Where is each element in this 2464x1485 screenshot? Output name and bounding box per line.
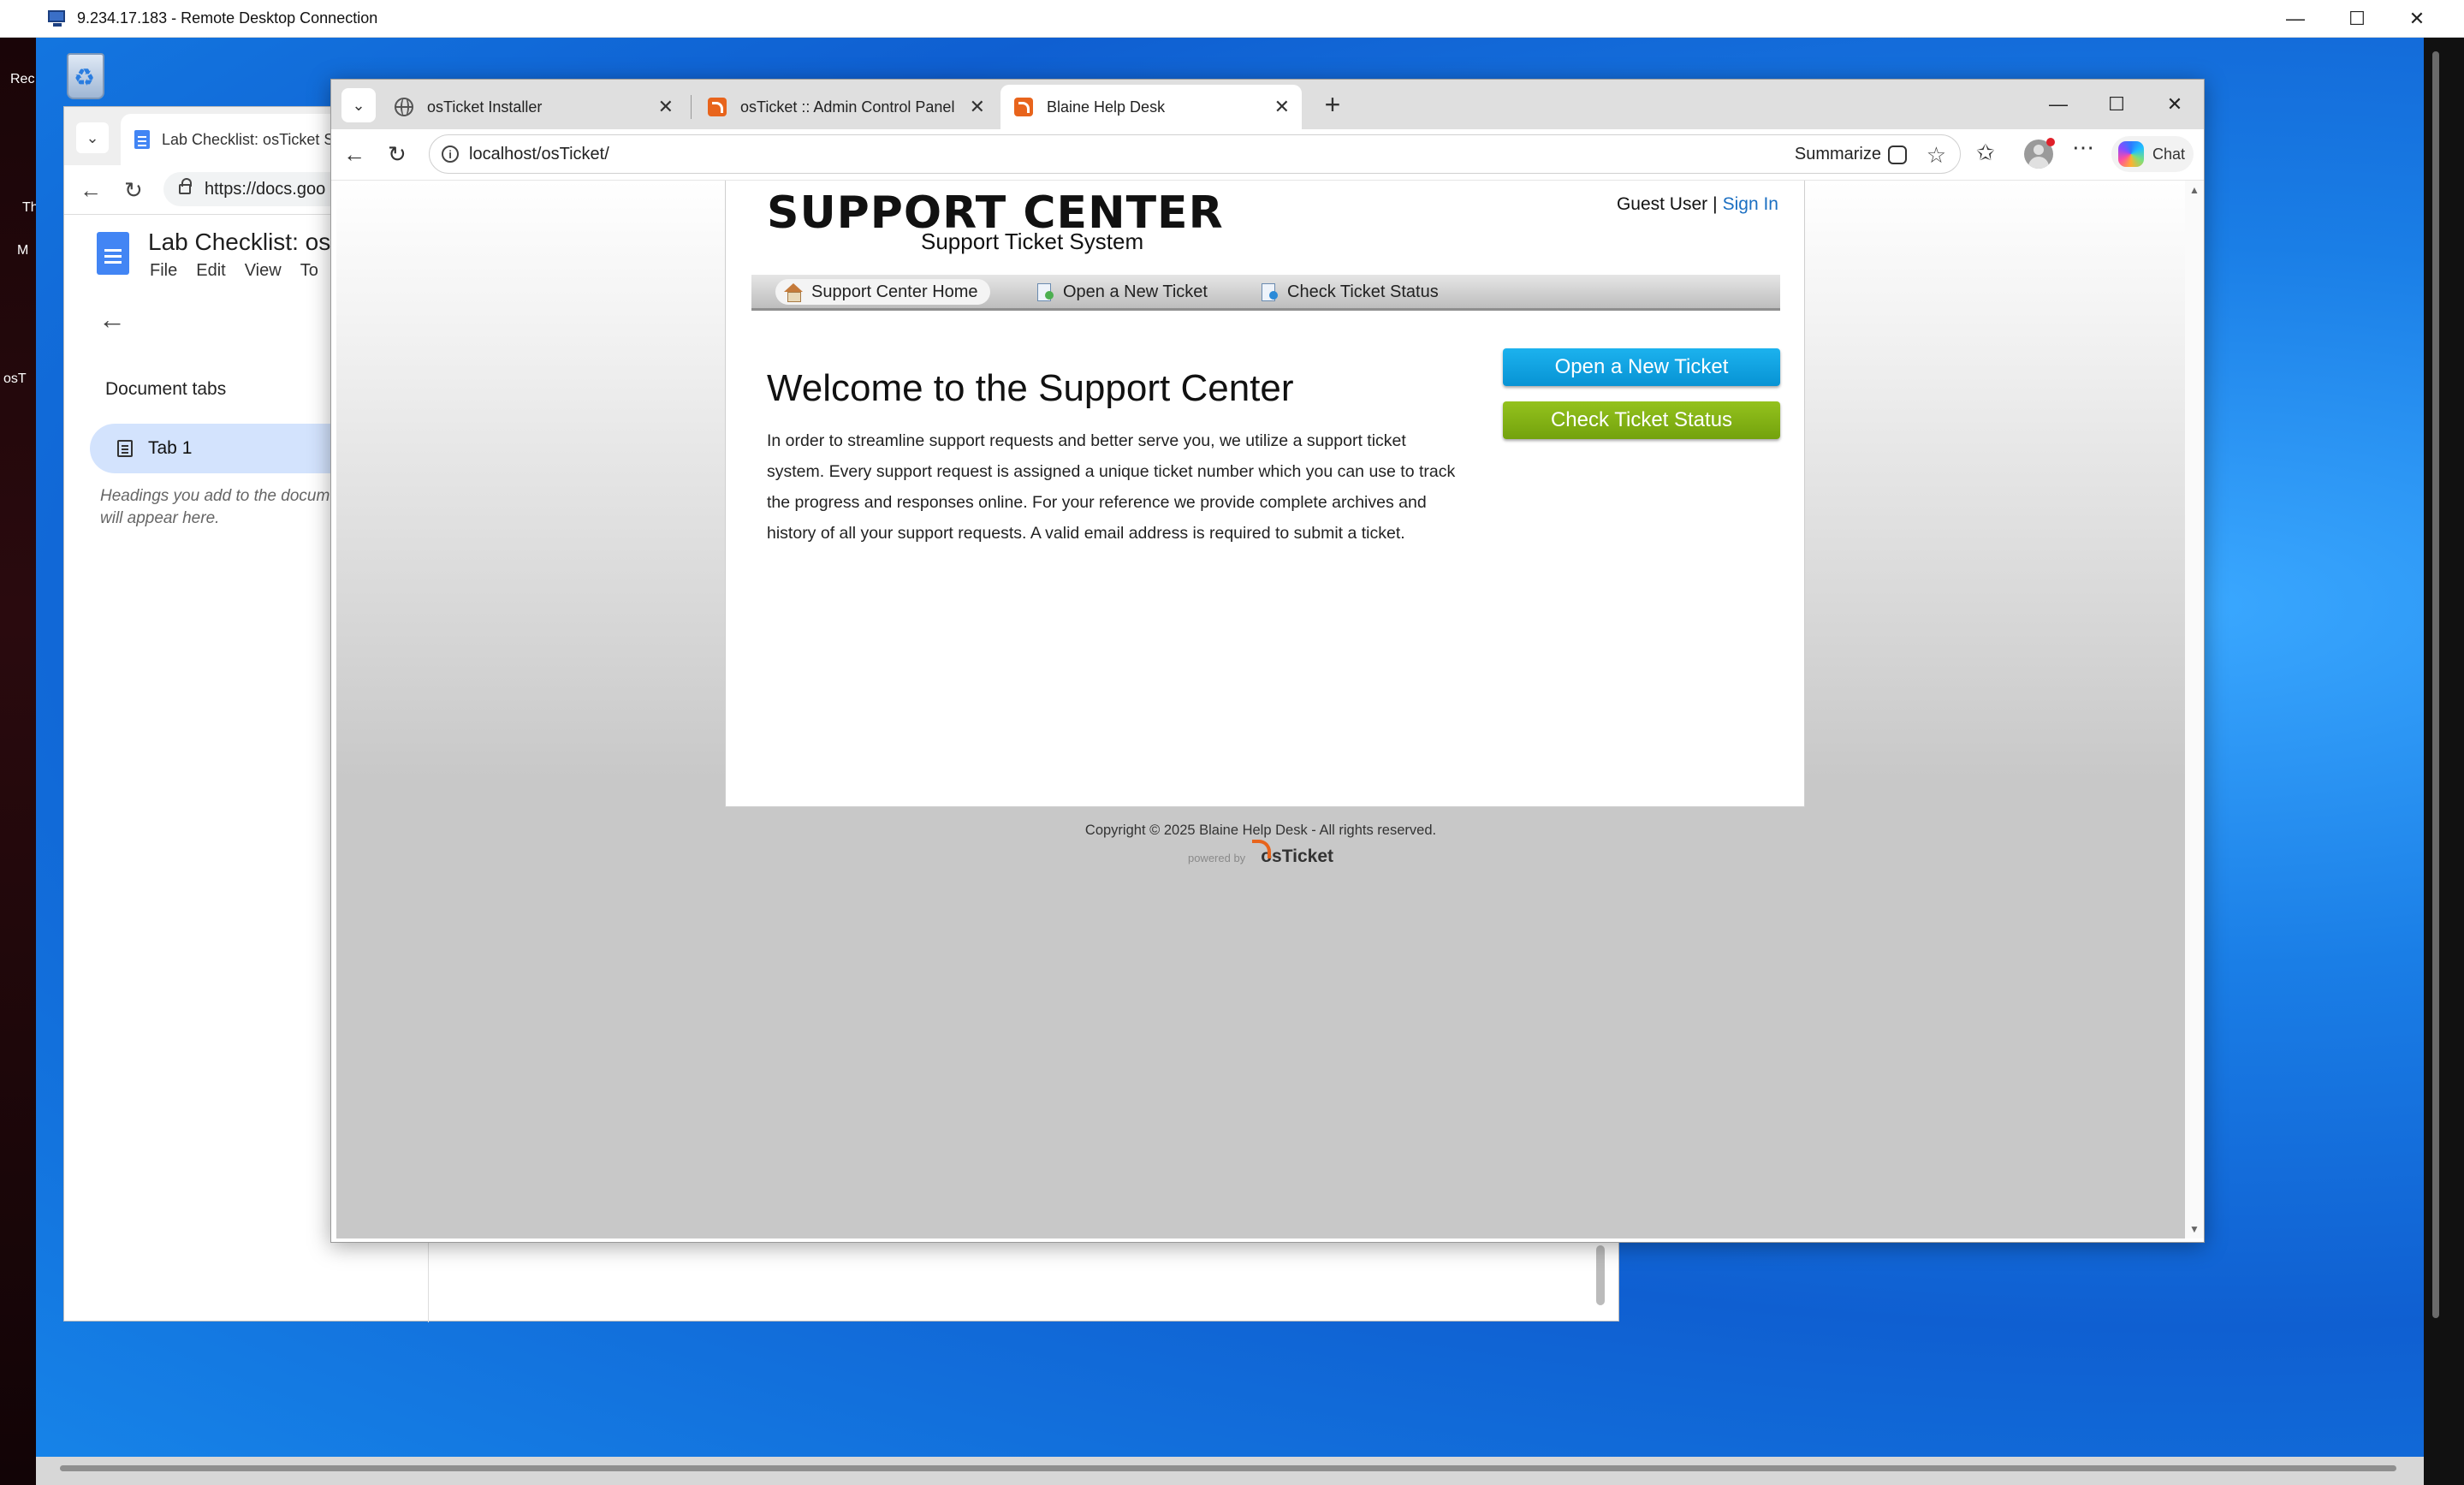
summarize-button[interactable]: Summarize [1795, 145, 1907, 164]
tab-osticket-admin[interactable]: osTicket :: Admin Control Panel ✕ [694, 85, 997, 129]
osticket-logo[interactable]: osTicket [1252, 840, 1333, 867]
copilot-chat-button[interactable]: Chat [2111, 136, 2194, 172]
site-logo-subtitle: Support Ticket System [921, 229, 1144, 254]
sign-in-link[interactable]: Sign In [1723, 194, 1778, 214]
close-tab-icon[interactable]: ✕ [1274, 96, 1290, 118]
osticket-icon [708, 98, 727, 116]
intro-paragraph: In order to streamline support requests … [767, 431, 1456, 543]
menu-view[interactable]: View [245, 261, 282, 281]
menu-tools[interactable]: To [300, 261, 318, 281]
document-tabs-heading: Document tabs [105, 379, 227, 399]
site-info-icon[interactable]: i [442, 146, 459, 163]
tab-osticket-installer[interactable]: osTicket Installer ✕ [381, 85, 686, 129]
docs-menubar: File Edit View To [150, 261, 318, 281]
scroll-up-arrow-icon[interactable]: ▲ [2189, 184, 2200, 196]
check-ticket-status-button[interactable]: Check Ticket Status [1503, 401, 1780, 439]
nav-open-new-ticket[interactable]: Open a New Ticket [1027, 279, 1220, 305]
reload-icon[interactable]: ↻ [388, 141, 407, 168]
close-tab-icon[interactable]: ✕ [970, 96, 985, 118]
summarize-icon [1888, 145, 1907, 164]
nav-label: Support Center Home [811, 282, 978, 301]
document-tab-1-label: Tab 1 [148, 438, 193, 458]
rdp-maximize-button[interactable]: ☐ [2324, 0, 2390, 38]
outline-back-arrow-icon[interactable]: ← [98, 304, 126, 336]
address-bar[interactable]: i localhost/osTicket/ Summarize ☆ [429, 134, 1961, 174]
rdp-titlebar: 9.234.17.183 - Remote Desktop Connection… [0, 0, 2464, 38]
address-url[interactable]: localhost/osTicket/ [469, 145, 609, 164]
copilot-icon [2118, 141, 2144, 167]
recycle-bin-icon[interactable]: ♻ [62, 48, 110, 101]
close-tab-icon[interactable]: ✕ [658, 96, 674, 118]
browser-tabstrip: ⌄ osTicket Installer ✕ osTicket :: Admin… [331, 80, 2204, 129]
desktop-icon-label[interactable]: M [17, 243, 28, 258]
reload-icon[interactable]: ↻ [124, 177, 143, 204]
tab-blaine-help-desk[interactable]: Blaine Help Desk ✕ [1000, 85, 1302, 129]
scroll-down-arrow-icon[interactable]: ▼ [2189, 1223, 2200, 1235]
copyright-text: Copyright © 2025 Blaine Help Desk - All … [1084, 823, 1437, 838]
back-arrow-icon[interactable]: ← [80, 177, 102, 204]
tab-list-chevron-icon[interactable]: ⌄ [76, 122, 109, 153]
more-menu-icon[interactable]: ⋯ [2072, 134, 2094, 161]
page-viewport: SUPPORT CENTER Support Ticket System Gue… [336, 181, 2185, 1238]
welcome-heading: Welcome to the Support Center [767, 367, 1294, 409]
rdp-title: 9.234.17.183 - Remote Desktop Connection [77, 9, 378, 27]
menu-edit[interactable]: Edit [196, 261, 225, 281]
nav-label: Open a New Ticket [1063, 282, 1208, 301]
nav-label: Check Ticket Status [1287, 282, 1439, 301]
tab-label: Blaine Help Desk [1047, 98, 1166, 116]
browser-close-button[interactable]: ✕ [2146, 80, 2204, 129]
doc-scrollbar[interactable] [1596, 1245, 1605, 1305]
support-center-page: SUPPORT CENTER Support Ticket System Gue… [725, 181, 1805, 807]
ticket-status-icon [1260, 283, 1279, 301]
menu-file[interactable]: File [150, 261, 177, 281]
nav-check-ticket-status[interactable]: Check Ticket Status [1251, 279, 1451, 305]
google-docs-icon [134, 130, 150, 149]
home-icon [784, 283, 803, 302]
powered-by-label: powered by [1187, 852, 1246, 864]
new-tab-plus-icon[interactable]: + [1315, 88, 1350, 122]
osticket-icon [1014, 98, 1033, 116]
rdp-horizontal-scroll-area [36, 1457, 2424, 1485]
rdp-horizontal-scrollbar[interactable] [60, 1465, 2396, 1471]
new-ticket-icon [1036, 283, 1054, 301]
tab-actions-chevron-icon[interactable]: ⌄ [341, 88, 376, 122]
document-tab-icon [117, 440, 133, 457]
rdp-close-button[interactable]: ✕ [2384, 0, 2449, 38]
powered-by: powered by osTicket [336, 840, 2185, 867]
remote-desktop-icon [46, 8, 68, 30]
open-new-ticket-button[interactable]: Open a New Ticket [1503, 348, 1780, 386]
tab-separator [691, 95, 692, 119]
browser-toolbar: ← ↻ i localhost/osTicket/ Summarize ☆ ✩ … [331, 129, 2204, 181]
tab-label: osTicket :: Admin Control Panel [740, 98, 955, 116]
lock-icon [179, 178, 192, 194]
google-docs-logo-icon[interactable] [97, 232, 129, 275]
separator: | [1713, 194, 1718, 214]
chat-label: Chat [2152, 145, 2186, 163]
browser-maximize-button[interactable]: ☐ [2087, 80, 2146, 129]
user-status: Guest User | Sign In [1617, 194, 1778, 215]
tab-label: osTicket Installer [427, 98, 543, 116]
edge-browser-window: ⌄ osTicket Installer ✕ osTicket :: Admin… [330, 79, 2205, 1243]
desktop-right-strip [2424, 38, 2464, 1485]
browser-minimize-button[interactable]: — [2029, 80, 2087, 129]
rdp-vertical-scrollbar[interactable] [2432, 51, 2439, 1318]
docs-tab-title: Lab Checklist: osTicket Se [162, 130, 343, 148]
desktop-left-strip: Rec Th M osT [0, 38, 39, 1485]
notification-dot [2046, 138, 2055, 146]
page-scrollbar[interactable]: ▲ ▼ [2185, 181, 2204, 1238]
main-nav: Support Center Home Open a New Ticket Ch… [751, 275, 1780, 311]
back-arrow-icon[interactable]: ← [343, 141, 365, 168]
desktop-icon-label[interactable]: Rec [10, 72, 34, 87]
guest-user-label: Guest User [1616, 194, 1708, 214]
nav-support-center-home[interactable]: Support Center Home [775, 279, 990, 305]
favorites-icon[interactable]: ✩ [1976, 140, 1995, 166]
doc-title[interactable]: Lab Checklist: osT [148, 229, 345, 256]
summarize-label: Summarize [1794, 145, 1881, 163]
rdp-minimize-button[interactable]: — [2263, 0, 2328, 38]
outline-hint: Headings you add to the docum will appea… [100, 487, 330, 527]
docs-url-text: https://docs.goo [205, 179, 326, 199]
globe-icon [395, 98, 413, 116]
desktop-icon-label[interactable]: osT [3, 371, 27, 387]
favorite-star-icon[interactable]: ☆ [1927, 142, 1946, 169]
